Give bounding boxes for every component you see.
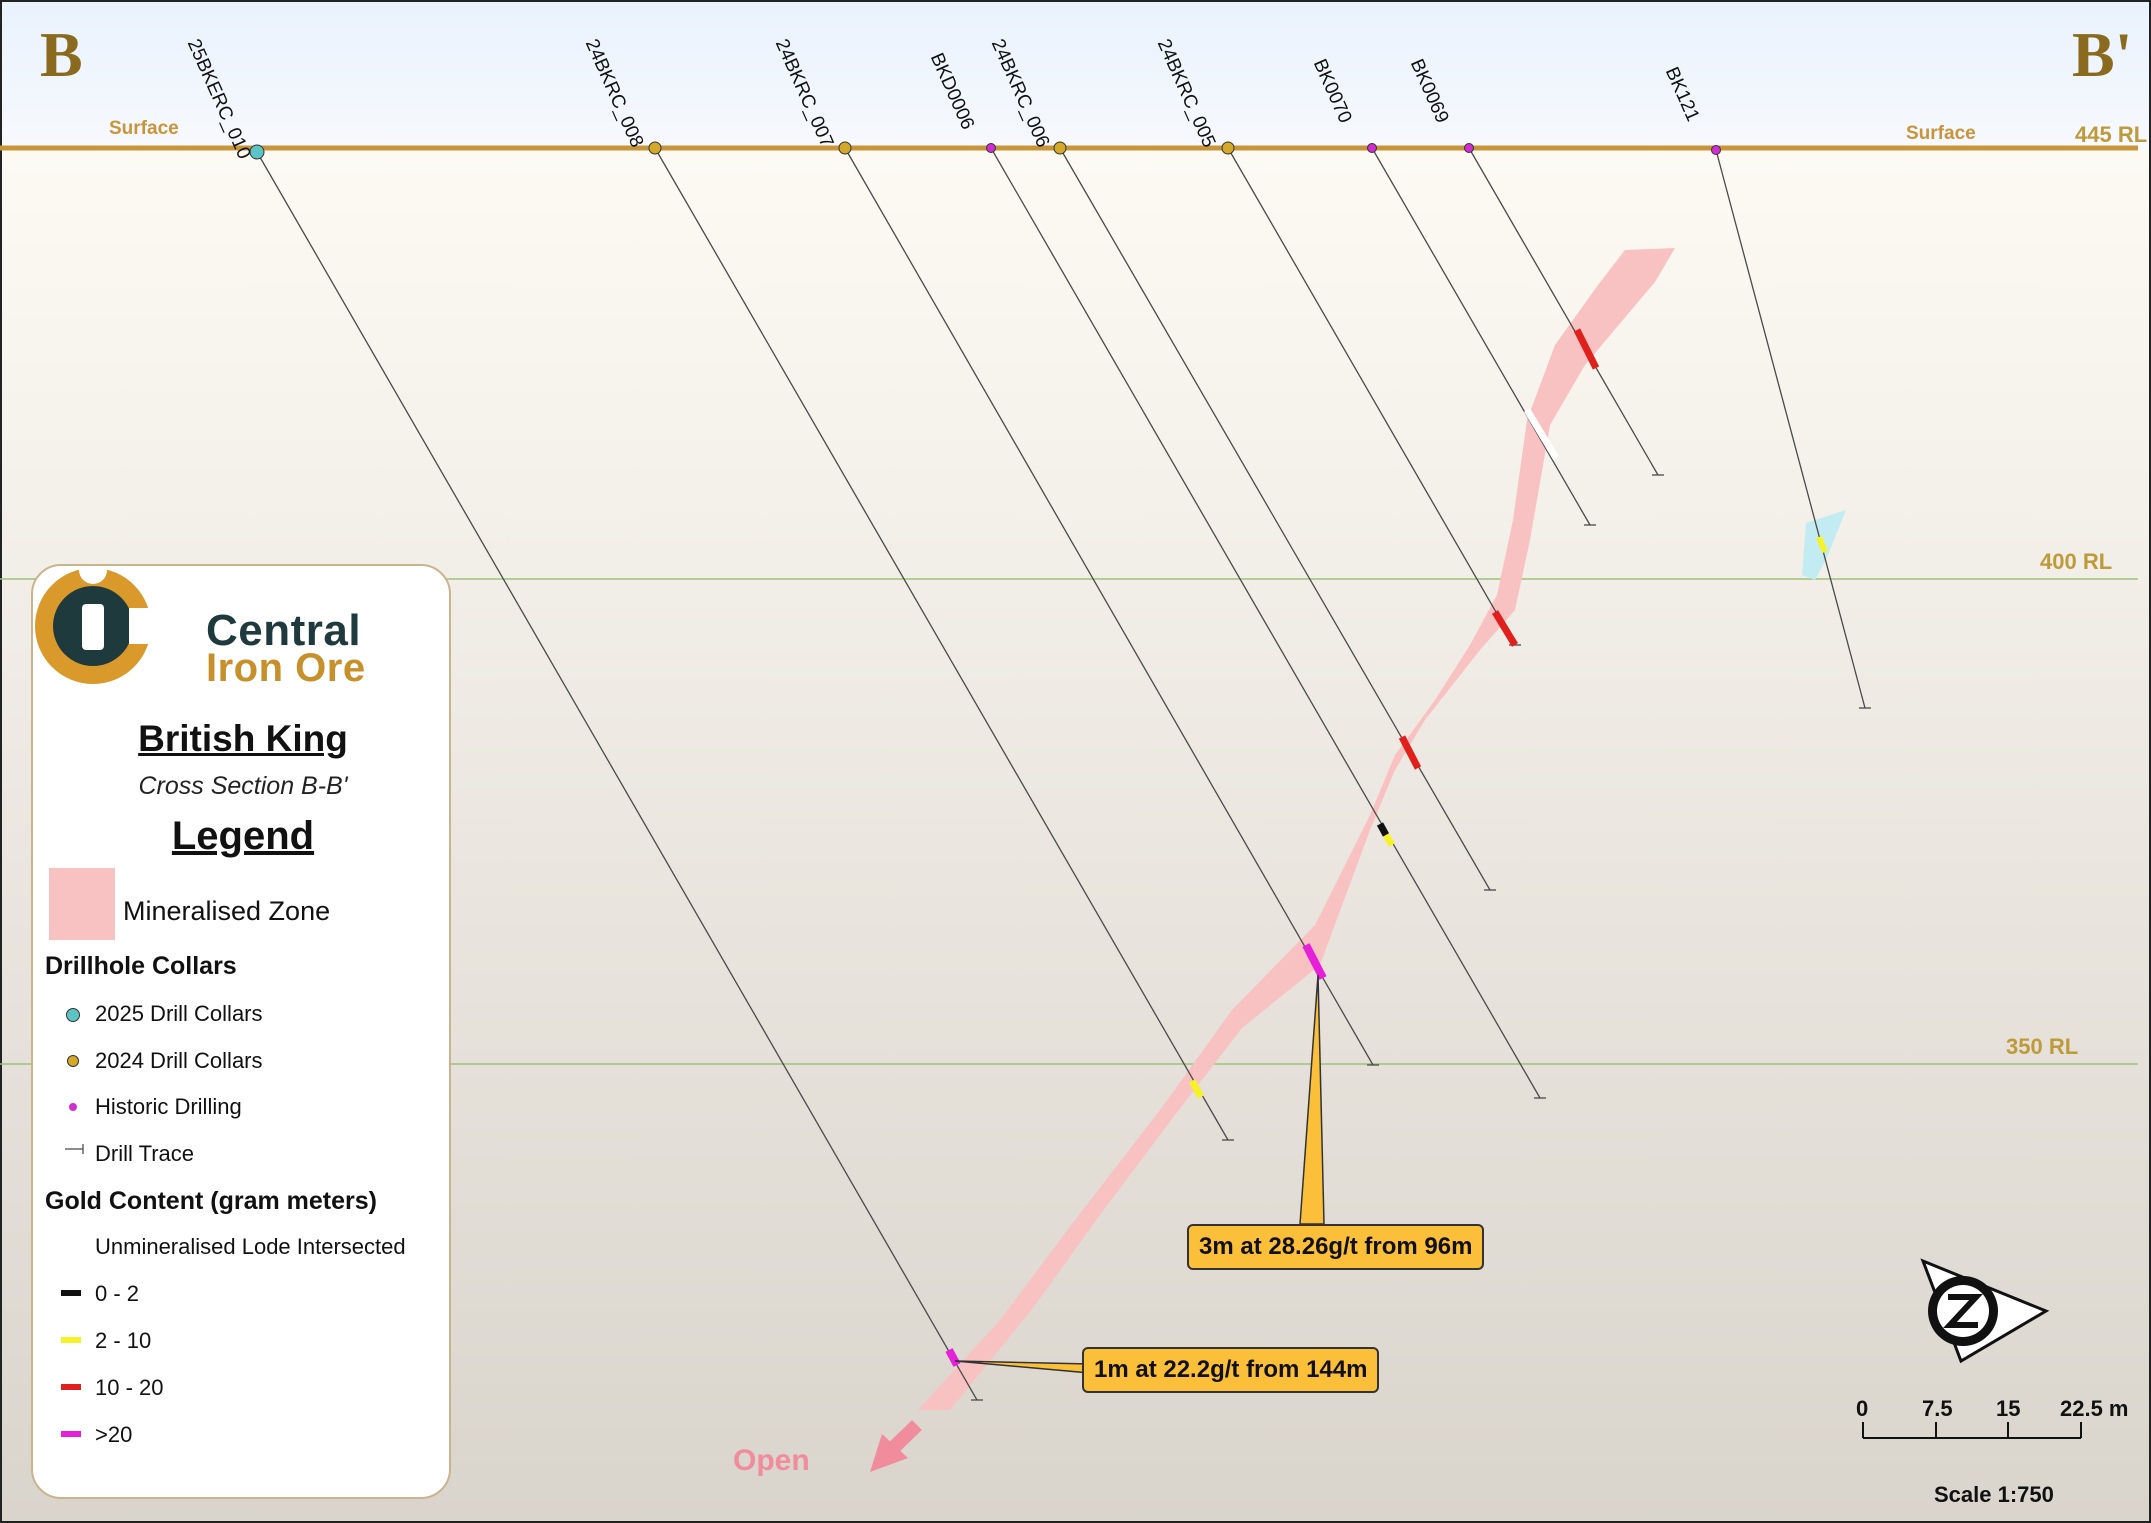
grade-0-2-swatch [61, 1290, 81, 1296]
scale-tick-label: 7.5 [1922, 1396, 1953, 1421]
mineralised-zone-label: Mineralised Zone [123, 896, 331, 926]
gold-heading: Gold Content (gram meters) [45, 1187, 377, 1215]
project-title: British King [138, 718, 348, 759]
legend-item: Drill Trace [95, 1141, 195, 1166]
lower-intercept-callout: 1m at 22.2g/t from 144m [1082, 1347, 1380, 1393]
rl-label-400: 400 RL [2040, 549, 2113, 574]
scale-tick-label: 0 [1856, 1396, 1869, 1421]
legend-item: 2024 Drill Collars [95, 1048, 263, 1073]
cross-section-map: B B' Surface Surface 445 RL 400 RL 350 R… [0, 0, 2151, 1523]
collars-heading: Drillhole Collars [45, 952, 237, 980]
legend-item: 2025 Drill Collars [95, 1001, 263, 1026]
legend-panel: Central Iron Ore British King Cross Sect… [31, 564, 451, 1499]
company-logo-icon [35, 566, 153, 684]
legend-item: >20 [95, 1422, 133, 1447]
grade-gt20-swatch [61, 1431, 81, 1437]
mineralised-zone-swatch [49, 868, 115, 940]
legend-item: 10 - 20 [95, 1375, 164, 1400]
section-start-label: B [40, 19, 83, 90]
scale-tick-label: 22.5 m [2060, 1396, 2129, 1421]
legend-item: 0 - 2 [95, 1281, 140, 1306]
legend-item: Unmineralised Lode Intersected [95, 1234, 406, 1259]
scale-ratio: Scale 1:750 [1934, 1482, 2054, 1507]
legend-item: 2 - 10 [95, 1328, 152, 1353]
rl-label-445: 445 RL [2075, 122, 2148, 147]
scale-tick-label: 15 [1996, 1396, 2021, 1421]
legend-title: Legend [171, 814, 315, 858]
collar-2025-icon [66, 1008, 80, 1022]
open-label: Open [733, 1444, 810, 1477]
drill-trace-icon [65, 1144, 84, 1154]
collar-2024-icon [67, 1055, 79, 1067]
grade-10-20-swatch [61, 1384, 81, 1390]
surface-label-left: Surface [109, 118, 179, 139]
company-name-line2: Iron Ore [206, 646, 366, 690]
sky-band [0, 0, 2151, 148]
surface-label-right: Surface [1906, 123, 1976, 144]
section-end-label: B' [2072, 19, 2133, 90]
grade-2-10-swatch [61, 1337, 81, 1343]
upper-intercept-callout: 3m at 28.26g/t from 96m [1187, 1224, 1485, 1270]
historic-icon [69, 1103, 77, 1111]
section-subtitle: Cross Section B-B' [138, 772, 348, 800]
rl-label-350: 350 RL [2006, 1034, 2079, 1059]
legend-item: Historic Drilling [95, 1094, 242, 1119]
